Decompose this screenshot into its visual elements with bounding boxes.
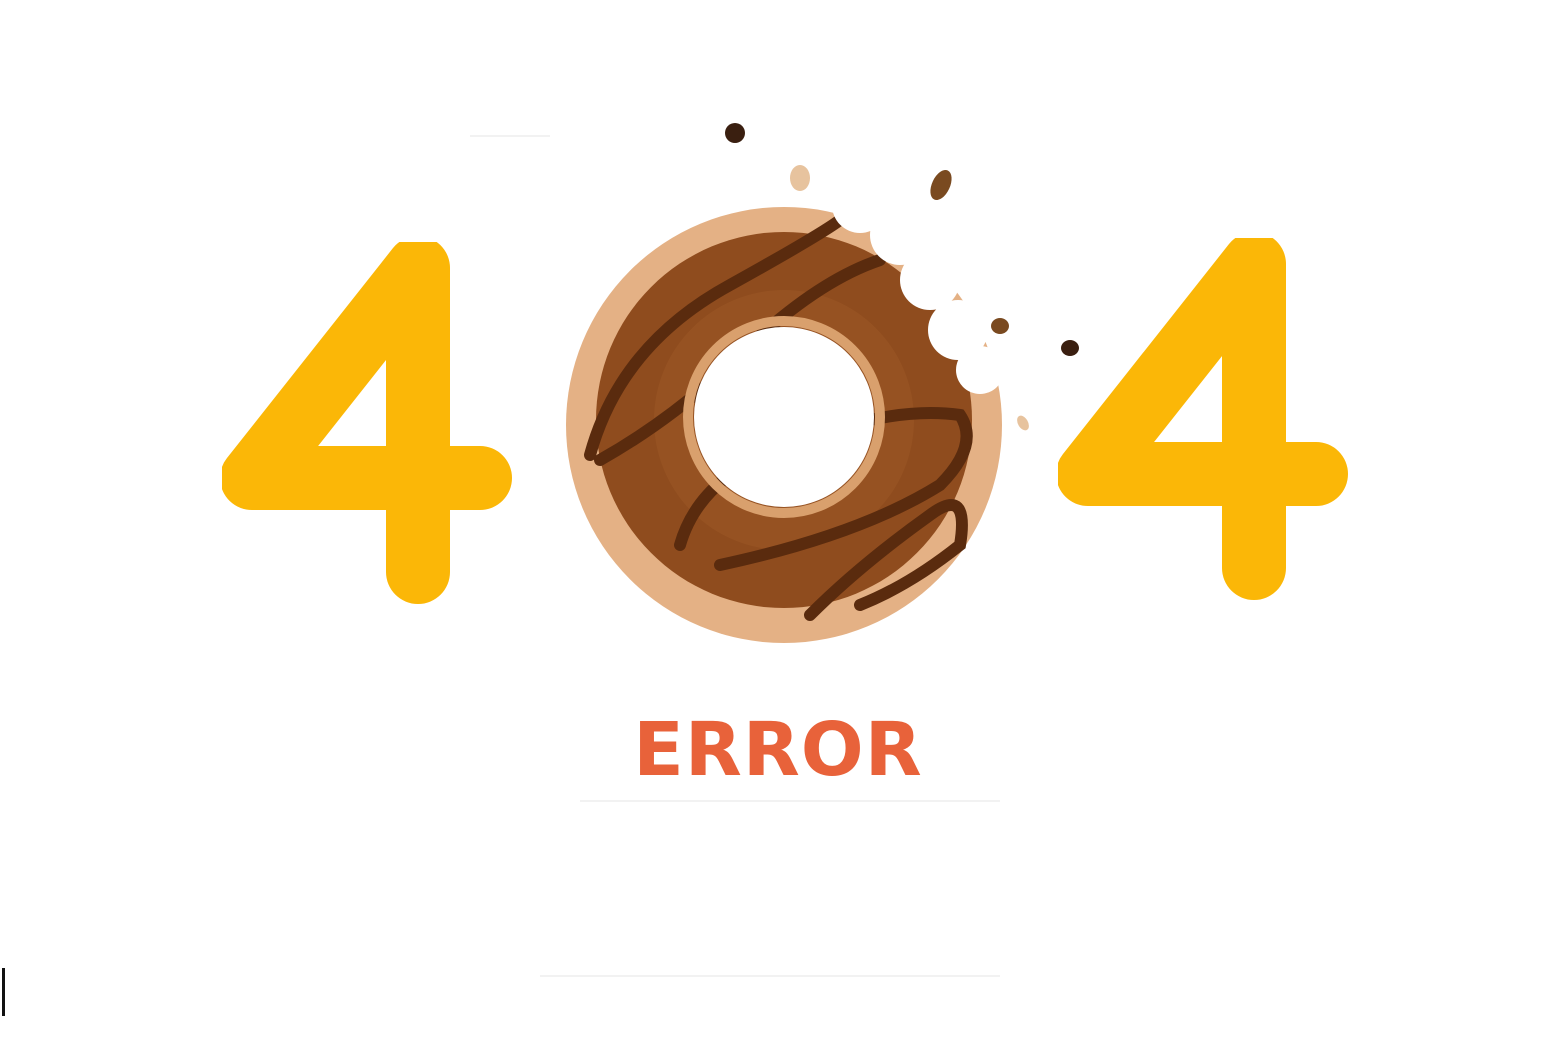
text-cursor bbox=[2, 968, 5, 1016]
digit-four-left bbox=[222, 242, 512, 604]
faint-divider bbox=[580, 800, 1000, 802]
bitten-donut-icon bbox=[566, 123, 1079, 643]
digit-four-right bbox=[1058, 238, 1348, 600]
error-label: ERROR bbox=[633, 707, 923, 793]
faint-divider bbox=[540, 975, 1000, 977]
faint-divider bbox=[470, 135, 550, 137]
error-404-page: ERROR bbox=[0, 0, 1556, 1040]
